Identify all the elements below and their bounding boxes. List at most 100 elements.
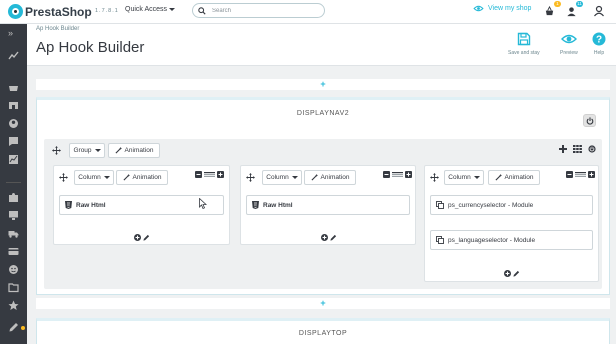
column-3: Column Animation ps_currencyselector - M… <box>424 165 599 282</box>
group-container: Group Animation Column Animation Raw Htm… <box>44 139 602 289</box>
group-dropdown[interactable]: Group <box>69 143 105 158</box>
breadcrumb[interactable]: Ap Hook Builder <box>36 26 79 32</box>
column-dropdown[interactable]: Column <box>74 170 114 185</box>
caret-down-icon <box>473 176 480 179</box>
edit-column-icon[interactable] <box>330 234 337 241</box>
html5-icon <box>65 201 72 209</box>
move-icon[interactable] <box>52 146 61 155</box>
add-widget-icon[interactable] <box>504 270 511 277</box>
save-and-stay-label: Save and stay <box>508 50 540 56</box>
edit-pencil-icon[interactable] <box>8 322 19 333</box>
design-monitor-icon[interactable] <box>8 210 19 221</box>
add-icon: + <box>320 298 326 308</box>
widget-label: Raw Html <box>76 201 106 209</box>
edit-column-icon[interactable] <box>143 234 150 241</box>
widget-label: ps_currencyselector - Module <box>448 201 534 209</box>
add-column-icon[interactable] <box>559 145 567 153</box>
minus-icon[interactable] <box>383 171 390 178</box>
widget-language-selector[interactable]: ps_languageselector - Module <box>430 230 593 250</box>
grid-icon[interactable] <box>573 145 582 153</box>
shipping-truck-icon[interactable] <box>8 228 19 239</box>
column-animation-button[interactable]: Animation <box>488 170 540 185</box>
column-animation-button[interactable]: Animation <box>304 170 356 185</box>
power-icon <box>586 116 593 125</box>
svg-text:?: ? <box>596 35 602 46</box>
edit-column-icon[interactable] <box>513 270 520 277</box>
widget-raw-html[interactable]: Raw Html <box>246 195 410 215</box>
search-input[interactable] <box>212 7 312 14</box>
add-hook-row-top[interactable]: + <box>36 79 610 90</box>
width-bar-icon <box>392 172 403 177</box>
page-title: Ap Hook Builder <box>36 39 145 56</box>
prestashop-logo[interactable]: PrestaShop <box>8 4 92 19</box>
width-bar-icon <box>204 172 215 177</box>
customers-icon[interactable] <box>8 118 19 129</box>
animation-label: Animation <box>124 147 154 154</box>
orders-basket-icon[interactable] <box>8 82 19 93</box>
hook-settings-button[interactable] <box>583 114 596 127</box>
magic-wand-icon <box>495 174 502 181</box>
column-label: Column <box>448 174 471 181</box>
logo-icon <box>8 4 23 19</box>
caret-down-icon <box>169 8 176 11</box>
quick-access-dropdown[interactable]: Quick Access <box>125 6 176 13</box>
orders-notification[interactable]: 1 <box>544 1 561 17</box>
catalog-store-icon[interactable] <box>8 100 19 111</box>
user-icon <box>567 7 576 17</box>
column-width-tools <box>195 171 224 178</box>
preview-label: Preview <box>560 50 578 56</box>
column-move-icon[interactable] <box>430 173 439 182</box>
widget-currency-selector[interactable]: ps_currencyselector - Module <box>430 195 593 215</box>
add-widget-icon[interactable] <box>321 234 328 241</box>
view-my-shop-label: View my shop <box>488 5 532 12</box>
caret-down-icon <box>291 176 298 179</box>
payment-card-icon[interactable] <box>8 246 19 257</box>
customer-service-icon[interactable] <box>8 136 19 147</box>
column-label: Column <box>266 174 289 181</box>
add-hook-row-middle[interactable]: + <box>36 298 610 309</box>
magic-wand-icon <box>115 147 122 154</box>
caret-down-icon <box>103 176 110 179</box>
column-widget-actions <box>504 270 520 277</box>
group-label: Group <box>73 147 92 154</box>
column-dropdown[interactable]: Column <box>444 170 484 185</box>
animation-label: Animation <box>132 174 162 181</box>
shop-parameters-folder-icon[interactable] <box>8 282 19 293</box>
page-header: Ap Hook Builder Ap Hook Builder Save and… <box>27 24 616 66</box>
save-and-stay-button[interactable]: Save and stay <box>508 32 540 56</box>
hook-title: DISPLAYNAV2 <box>296 110 350 117</box>
stats-icon[interactable] <box>8 154 19 165</box>
column-animation-button[interactable]: Animation <box>116 170 168 185</box>
html5-icon <box>252 201 259 209</box>
notification-dot <box>21 326 25 330</box>
column-move-icon[interactable] <box>59 173 68 182</box>
widget-label: Raw Html <box>263 201 293 209</box>
international-globe-icon[interactable] <box>8 264 19 275</box>
plus-icon[interactable] <box>405 171 412 178</box>
column-move-icon[interactable] <box>246 173 255 182</box>
save-icon <box>517 32 531 46</box>
minus-icon[interactable] <box>566 171 573 178</box>
view-my-shop-link[interactable]: View my shop <box>473 5 531 12</box>
group-animation-button[interactable]: Animation <box>108 143 160 158</box>
add-widget-icon[interactable] <box>134 234 141 241</box>
customers-notification[interactable]: 11 <box>566 1 583 17</box>
plus-icon[interactable] <box>588 171 595 178</box>
preview-button[interactable]: Preview <box>560 32 578 56</box>
add-icon: + <box>320 79 326 89</box>
animation-label: Animation <box>320 174 350 181</box>
search-box[interactable] <box>192 3 325 18</box>
modules-puzzle-icon[interactable] <box>8 192 19 203</box>
shopping-basket-icon <box>545 5 554 16</box>
collapse-menu-icon[interactable]: » <box>8 28 13 38</box>
minus-icon[interactable] <box>195 171 202 178</box>
top-header: PrestaShop 1.7.8.1 Quick Access View my … <box>0 0 616 24</box>
plus-icon[interactable] <box>217 171 224 178</box>
account-icon[interactable] <box>593 5 605 17</box>
column-dropdown[interactable]: Column <box>262 170 302 185</box>
advanced-star-icon[interactable] <box>8 300 19 311</box>
help-button[interactable]: ? Help <box>592 32 606 56</box>
hook-panel-displaynav2: DISPLAYNAV2 Group Animation Column Anima… <box>36 97 610 295</box>
dashboard-trend-icon[interactable] <box>8 50 19 61</box>
group-power-icon[interactable] <box>588 145 596 153</box>
